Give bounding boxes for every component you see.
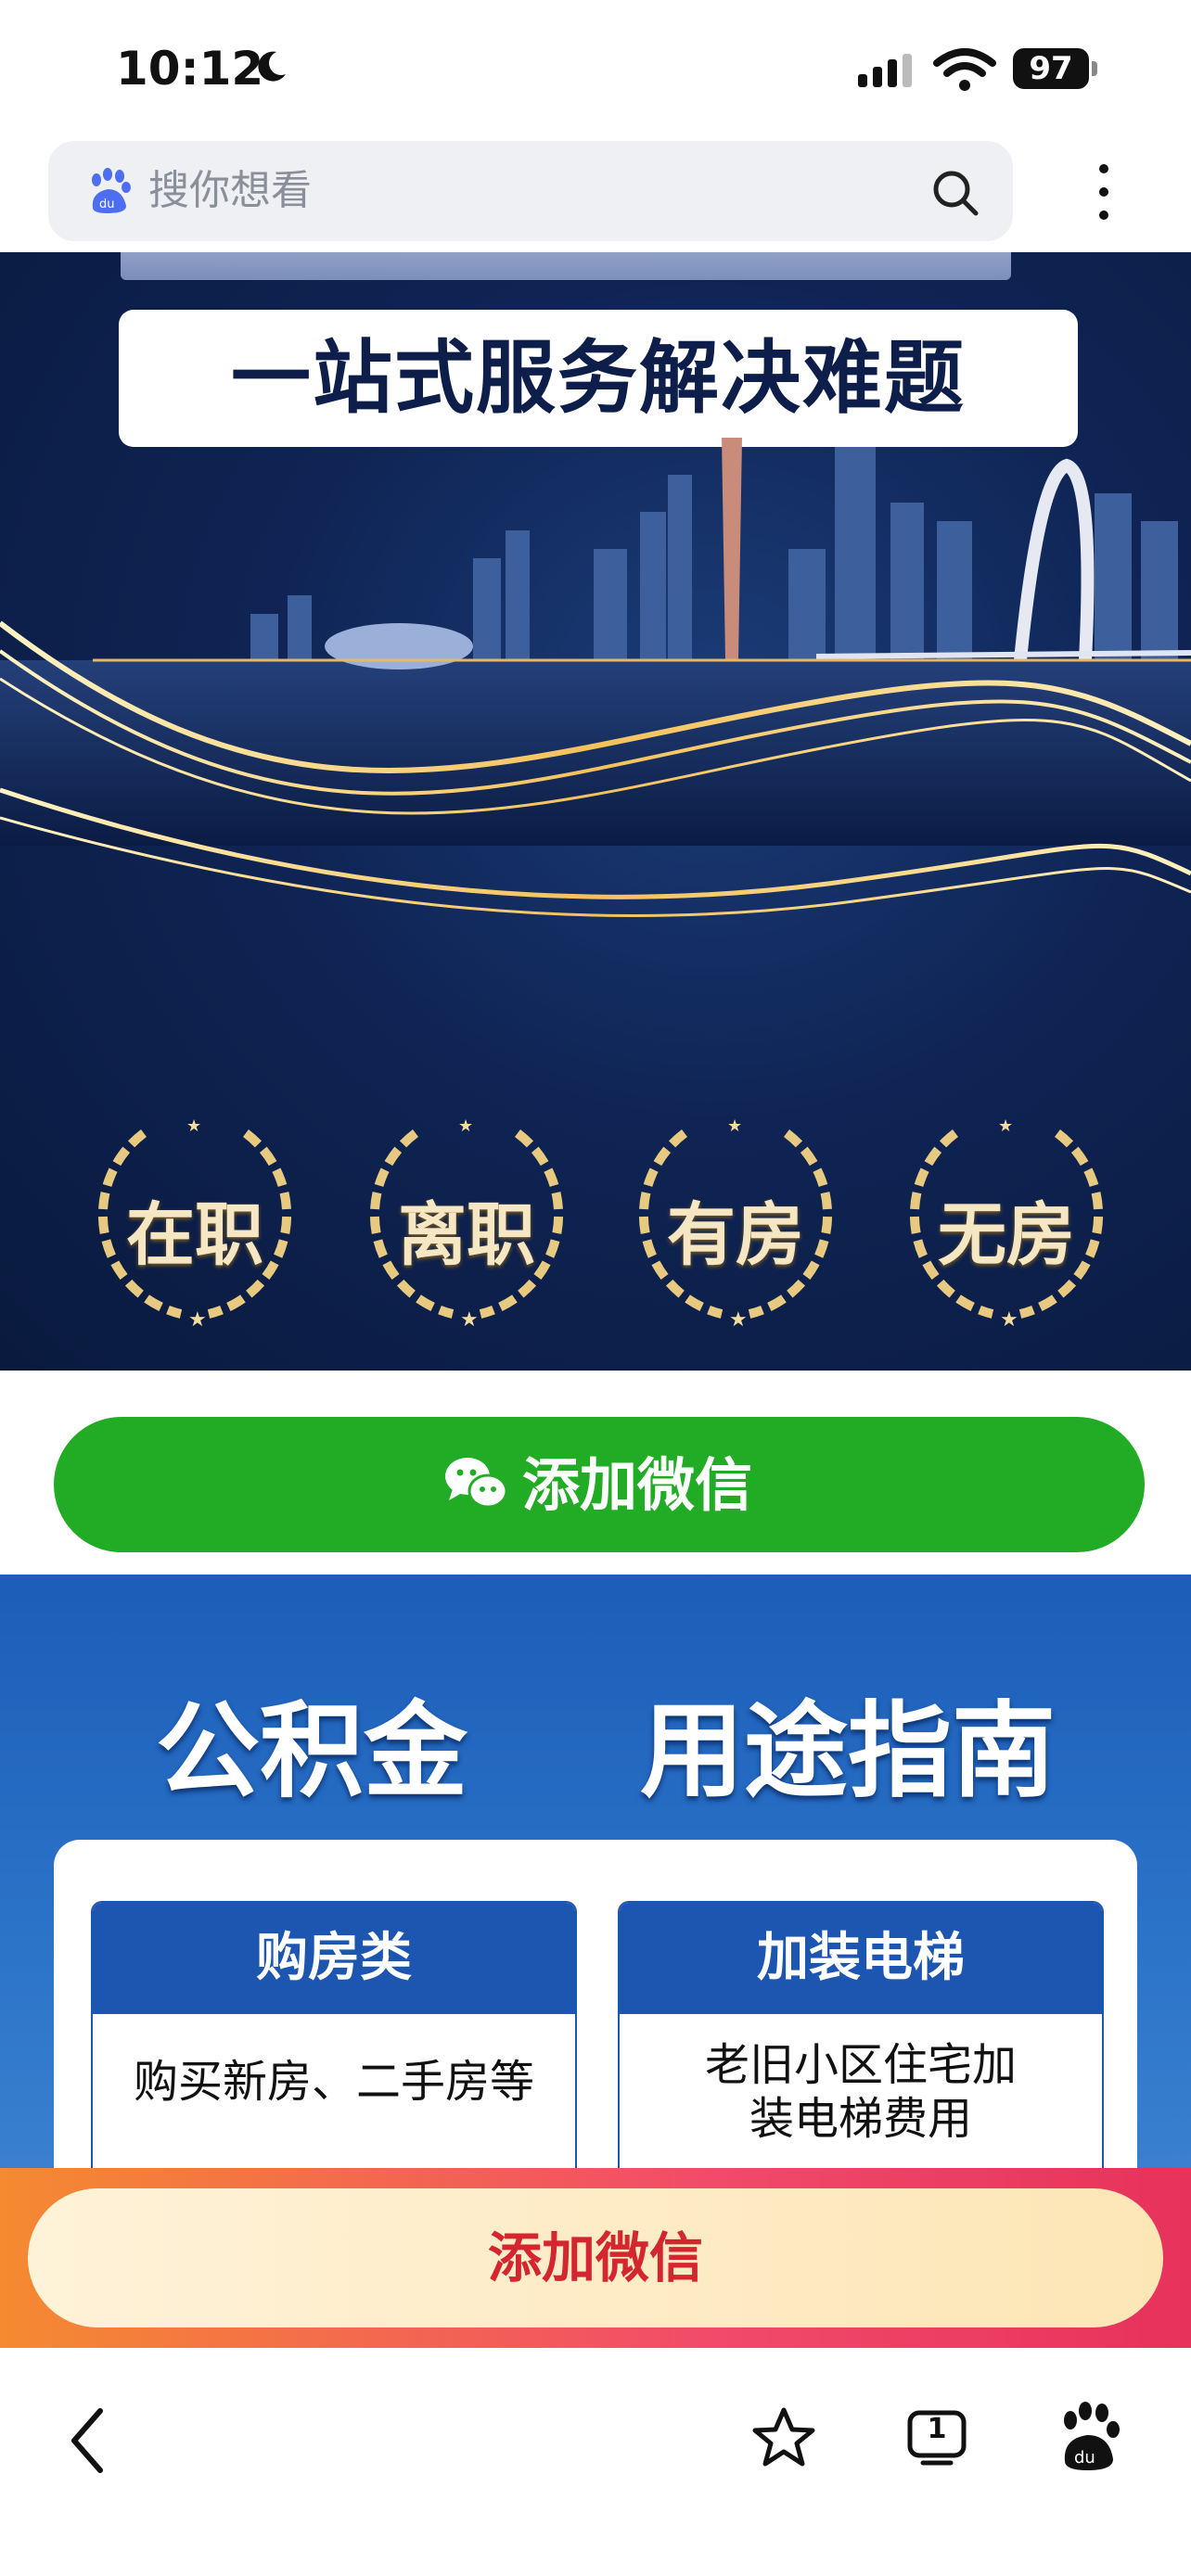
guide-column-house-purchase: 购房类 购买新房、二手房等 — [91, 1901, 577, 2211]
guide-desc-line: 购买新房、二手房等 — [133, 2056, 534, 2108]
svg-text:du: du — [1074, 2448, 1095, 2468]
more-icon[interactable] — [1085, 159, 1122, 224]
svg-text:du: du — [99, 198, 115, 211]
wechat-icon — [445, 1458, 508, 1509]
guide-desc-line: 装电梯费用 — [749, 2093, 972, 2145]
floating-add-wechat-button[interactable]: 添加微信 — [28, 2188, 1163, 2327]
badge-label: 有房 — [667, 1195, 804, 1275]
badge-has-house: ★ ★ 有房 — [620, 1105, 852, 1337]
baidu-home-icon[interactable]: du — [1057, 2402, 1122, 2472]
back-icon[interactable] — [65, 2404, 111, 2478]
hero-title: 一站式服务解决难题 — [119, 310, 1078, 447]
svg-text:★: ★ — [186, 1116, 201, 1136]
city-skyline-illustration — [0, 438, 1191, 917]
star-icon[interactable] — [751, 2405, 816, 2470]
battery-icon: 97 — [1013, 48, 1089, 89]
status-bar: 10:12 97 — [0, 0, 1191, 139]
guide-column-elevator: 加装电梯 老旧小区住宅加 装电梯费用 — [618, 1901, 1104, 2211]
search-input[interactable]: 搜你想看 — [148, 165, 312, 217]
badge-no-house: ★ ★ 无房 — [890, 1105, 1122, 1337]
svg-text:★: ★ — [188, 1308, 207, 1332]
badge-label: 离职 — [398, 1195, 535, 1275]
guide-column-desc: 购买新房、二手房等 — [93, 2014, 575, 2109]
floating-wechat-banner: 添加微信 — [0, 2168, 1191, 2348]
svg-text:★: ★ — [460, 1308, 479, 1332]
badge-in-service: ★ ★ 在职 — [79, 1105, 311, 1337]
add-wechat-label: 添加微信 — [522, 1451, 753, 1519]
guide-column-title: 购房类 — [93, 1903, 575, 2014]
hero-top-cropped-title — [121, 252, 1011, 280]
battery-level: 97 — [1029, 50, 1073, 87]
wifi-icon — [933, 48, 996, 91]
guide-heading-left: 公积金 — [156, 1691, 467, 1812]
add-wechat-button[interactable]: 添加微信 — [54, 1417, 1145, 1552]
fund-usage-guide: 公积金 用途指南 购房类 购买新房、二手房等 加装电梯 老旧小区住宅加 装电梯费… — [0, 1575, 1191, 2211]
baidu-paw-icon: du — [92, 168, 131, 213]
status-time: 10:12 — [116, 42, 264, 96]
guide-column-title: 加装电梯 — [620, 1903, 1102, 2014]
svg-text:★: ★ — [998, 1116, 1013, 1136]
svg-text:★: ★ — [727, 1116, 742, 1136]
battery-tip — [1092, 61, 1097, 76]
tab-count: 1 — [927, 2413, 947, 2445]
badge-row: ★ ★ 在职 ★ ★ 离职 ★ ★ 有房 ★ ★ 无房 — [0, 1105, 1191, 1346]
badge-resigned: ★ ★ 离职 — [351, 1105, 583, 1337]
tabs-icon[interactable]: 1 — [904, 2404, 969, 2468]
floating-add-wechat-label: 添加微信 — [487, 2226, 703, 2289]
svg-text:★: ★ — [458, 1116, 473, 1136]
guide-card: 购房类 购买新房、二手房等 加装电梯 老旧小区住宅加 装电梯费用 — [54, 1840, 1137, 2211]
badge-label: 无房 — [938, 1195, 1075, 1275]
cellular-icon — [858, 54, 912, 87]
badge-label: 在职 — [126, 1195, 263, 1275]
hero-ad-banner[interactable]: 一站式服务解决难题 ★ ★ 在职 ★ ★ 离职 ★ ★ 有房 ★ ★ 无房 — [0, 252, 1191, 1371]
wechat-button-area: 添加微信 — [0, 1371, 1191, 1575]
svg-text:★: ★ — [1000, 1308, 1018, 1332]
browser-toolbar: 1 du — [0, 2348, 1191, 2576]
search-icon[interactable] — [929, 167, 980, 217]
guide-column-desc: 老旧小区住宅加 装电梯费用 — [620, 2014, 1102, 2146]
guide-desc-line: 老旧小区住宅加 — [704, 2039, 1017, 2091]
svg-text:★: ★ — [729, 1308, 748, 1332]
guide-heading-right: 用途指南 — [640, 1691, 1056, 1812]
moon-icon — [258, 51, 286, 82]
search-bar[interactable]: du 搜你想看 — [48, 141, 1013, 241]
